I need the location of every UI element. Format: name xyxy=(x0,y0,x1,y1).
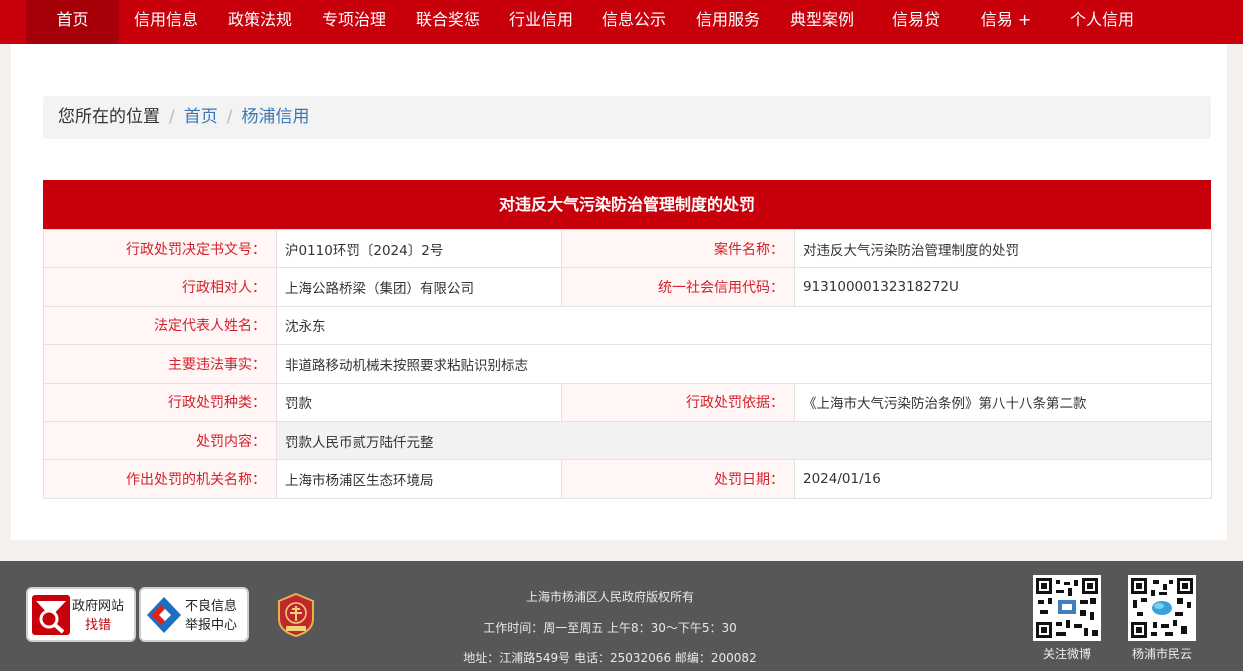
top-nav: 首页 信用信息 政策法规 专项治理 联合奖惩 行业信用 信息公示 信用服务 典型… xyxy=(0,0,1243,44)
breadcrumb: 您所在的位置 / 首页 / 杨浦信用 xyxy=(43,96,1211,139)
gov-site-error-button[interactable]: 政府网站 找错 xyxy=(26,587,136,642)
table-row: 行政处罚决定书文号： 沪0110环罚〔2024〕2号 案件名称： 对违反大气污染… xyxy=(43,228,1212,269)
nav-policy[interactable]: 政策法规 xyxy=(213,0,307,44)
report-center-button[interactable]: 不良信息 举报中心 xyxy=(139,587,249,642)
table-row: 主要违法事实： 非道路移动机械未按照要求粘贴识别标志 xyxy=(43,344,1212,384)
breadcrumb-separator: / xyxy=(226,107,233,127)
report-line1: 不良信息 xyxy=(185,599,238,614)
legal-rep-value: 沈永东 xyxy=(276,305,1212,346)
report-line2: 举报中心 xyxy=(185,618,238,633)
authority-value: 上海市杨浦区生态环境局 xyxy=(276,459,562,499)
qr-code-icon xyxy=(1036,578,1098,638)
working-hours-text: 工作时间：周一至周五 上午8：30～下午5：30 xyxy=(483,621,737,635)
qr-code-icon xyxy=(1131,578,1193,638)
copyright-text: 上海市杨浦区人民政府版权所有 xyxy=(525,590,694,604)
nav-home[interactable]: 首页 xyxy=(26,0,119,44)
gov-site-line2: 找错 xyxy=(85,618,112,633)
breadcrumb-label: 您所在的位置 xyxy=(58,107,160,127)
penalty-type-label: 行政处罚种类： xyxy=(43,382,277,422)
party-value: 上海公路桥梁（集团）有限公司 xyxy=(276,267,562,307)
nav-special-governance[interactable]: 专项治理 xyxy=(307,0,401,44)
nav-personal-credit[interactable]: 个人信用 xyxy=(1055,0,1149,44)
legal-rep-label: 法定代表人姓名： xyxy=(43,305,277,346)
nav-cases[interactable]: 典型案例 xyxy=(775,0,869,44)
breadcrumb-current-link[interactable]: 杨浦信用 xyxy=(241,107,309,127)
nav-joint-rewards[interactable]: 联合奖惩 xyxy=(401,0,495,44)
detail-table: 行政处罚决定书文号： 沪0110环罚〔2024〕2号 案件名称： 对违反大气污染… xyxy=(43,228,1212,499)
credit-code-label: 统一社会信用代码： xyxy=(561,267,795,307)
card-edge xyxy=(1211,60,1227,520)
credit-code-value: 91310000132318272U xyxy=(794,267,1212,307)
penalty-detail: 对违反大气污染防治管理制度的处罚 行政处罚决定书文号： 沪0110环罚〔2024… xyxy=(43,180,1212,499)
facts-label: 主要违法事实： xyxy=(43,344,277,384)
party-label: 行政相对人： xyxy=(43,267,277,307)
decision-no-value: 沪0110环罚〔2024〕2号 xyxy=(276,228,562,269)
breadcrumb-separator: / xyxy=(169,107,175,127)
nav-credit-service[interactable]: 信用服务 xyxy=(681,0,775,44)
nav-industry-credit[interactable]: 行业信用 xyxy=(495,0,587,44)
penalty-type-value: 罚款 xyxy=(276,382,562,422)
nav-credit-info[interactable]: 信用信息 xyxy=(119,0,213,44)
table-row: 行政处罚种类： 罚款 行政处罚依据： 《上海市大气污染防治条例》第八十八条第二款 xyxy=(43,382,1212,422)
case-name-value: 对违反大气污染防治管理制度的处罚 xyxy=(794,228,1212,269)
penalty-date-value: 2024/01/16 xyxy=(794,459,1212,499)
decision-no-label: 行政处罚决定书文号： xyxy=(43,228,277,269)
penalty-content-label: 处罚内容： xyxy=(43,420,277,461)
gov-site-line1: 政府网站 xyxy=(72,599,125,614)
nav-public-info[interactable]: 信息公示 xyxy=(587,0,681,44)
magnifier-icon xyxy=(32,595,70,635)
table-row: 法定代表人姓名： 沈永东 xyxy=(43,305,1212,346)
weibo-qr-code[interactable] xyxy=(1033,575,1101,641)
facts-value: 非道路移动机械未按照要求粘贴识别标志 xyxy=(276,344,1212,384)
citizen-cloud-qr-code[interactable] xyxy=(1128,575,1196,641)
gov-badge-icon[interactable] xyxy=(277,593,315,637)
report-icon xyxy=(147,597,181,633)
citizen-cloud-qr-label: 杨浦市民云 xyxy=(1131,647,1192,661)
footer: 政府网站 找错 不良信息 举报中心 上海市杨浦区人民政府版权所有 工作时间：周一… xyxy=(0,561,1243,671)
table-row: 行政相对人： 上海公路桥梁（集团）有限公司 统一社会信用代码： 91310000… xyxy=(43,267,1212,307)
table-row: 处罚内容： 罚款人民币贰万陆仟元整 xyxy=(43,420,1212,461)
nav-credit-loan[interactable]: 信易贷 xyxy=(869,0,963,44)
penalty-basis-value: 《上海市大气污染防治条例》第八十八条第二款 xyxy=(794,382,1212,422)
authority-label: 作出处罚的机关名称： xyxy=(43,459,277,499)
detail-title: 对违反大气污染防治管理制度的处罚 xyxy=(43,180,1211,229)
address-text: 地址：江浦路549号 电话：25032066 邮编：200082 xyxy=(463,651,757,665)
breadcrumb-home-link[interactable]: 首页 xyxy=(184,107,218,127)
penalty-content-value: 罚款人民币贰万陆仟元整 xyxy=(276,420,1212,461)
penalty-basis-label: 行政处罚依据： xyxy=(561,382,795,422)
weibo-qr-label: 关注微博 xyxy=(1042,647,1091,661)
table-row: 作出处罚的机关名称： 上海市杨浦区生态环境局 处罚日期： 2024/01/16 xyxy=(43,459,1212,499)
nav-credit-plus[interactable]: 信易 + xyxy=(963,0,1049,44)
case-name-label: 案件名称： xyxy=(561,228,795,269)
penalty-date-label: 处罚日期： xyxy=(561,459,795,499)
